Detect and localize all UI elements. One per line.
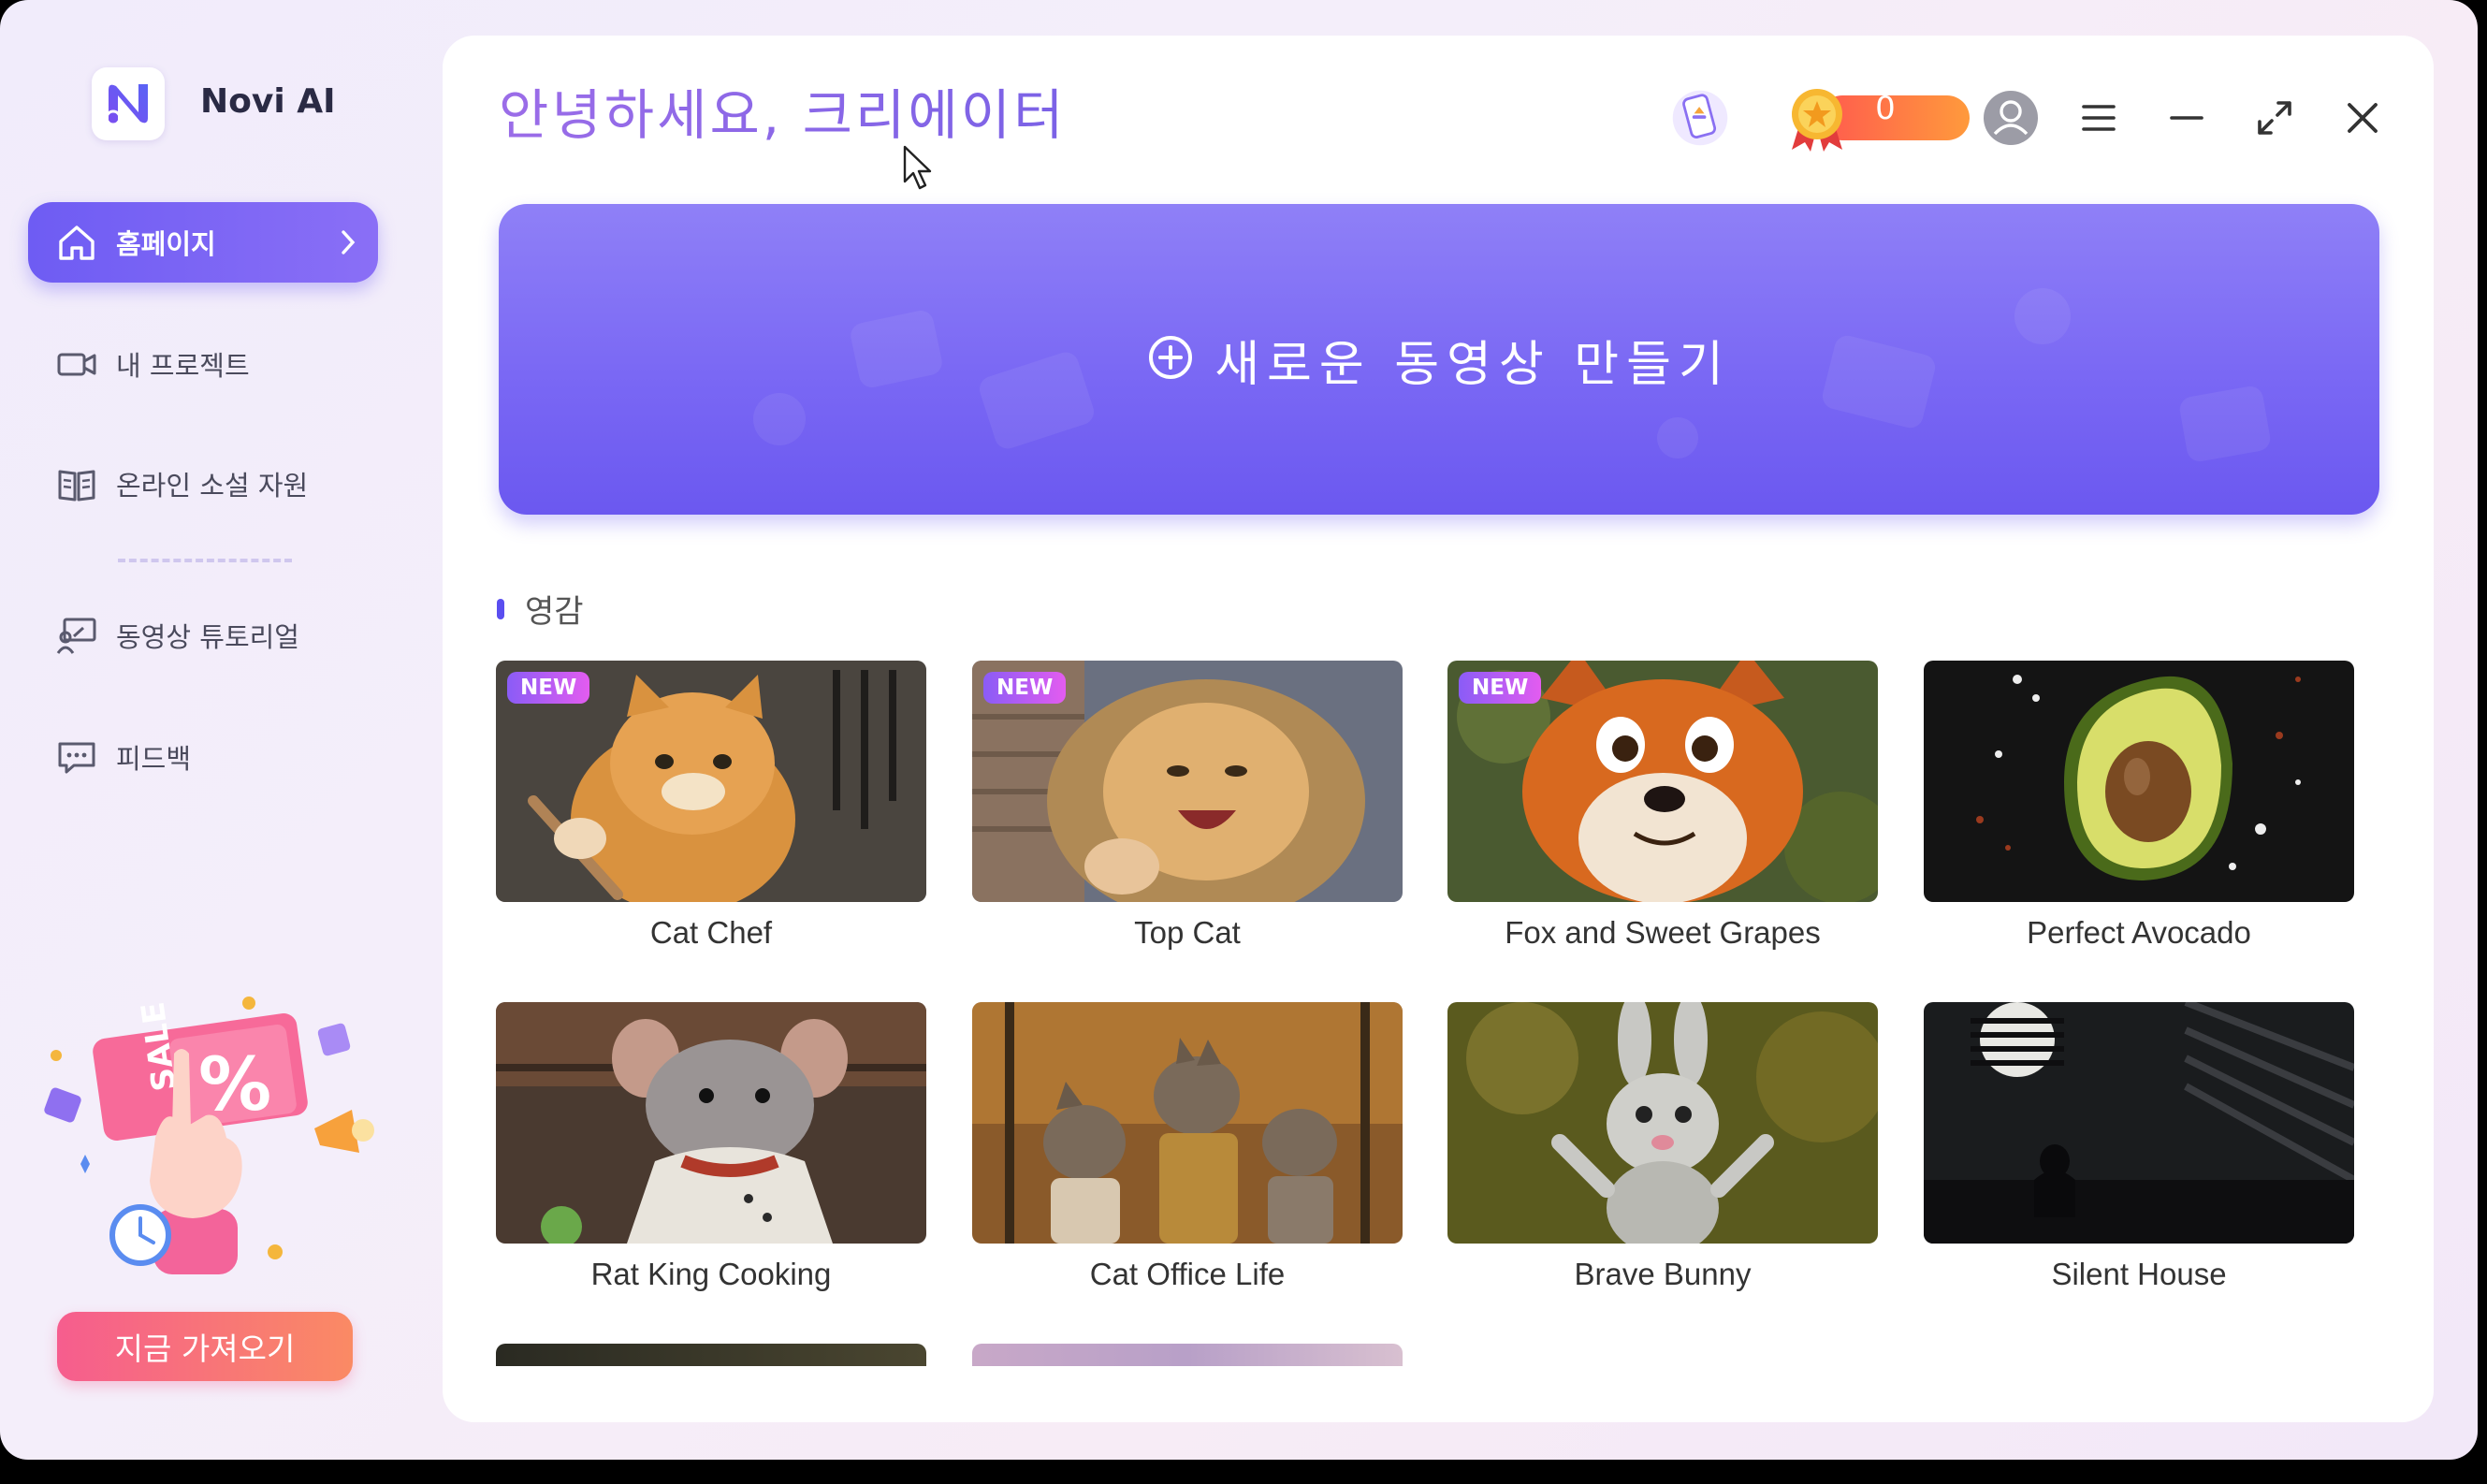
thumbnail: NEW [496, 661, 926, 902]
mouse-cursor-icon [902, 144, 934, 195]
template-card-partial[interactable] [972, 1344, 1403, 1366]
create-video-label: 새로운 동영상 만들기 [1214, 336, 1731, 393]
thumbnail [972, 1002, 1403, 1244]
sidebar-divider [118, 559, 292, 562]
card-title: Cat Office Life [1089, 1257, 1286, 1291]
new-badge: NEW [507, 672, 590, 704]
template-card-perfect-avocado[interactable]: Perfect Avocado [1924, 661, 2354, 951]
sidebar-item-label: 홈페이지 [116, 228, 216, 260]
card-title: Perfect Avocado [2027, 915, 2251, 950]
sidebar-item-video-tutorial[interactable]: 동영상 튜토리얼 [28, 595, 378, 676]
novi-logo-icon [105, 84, 148, 126]
maximize-icon[interactable] [2245, 88, 2305, 148]
app-name: Novi AI [200, 82, 336, 121]
sidebar-item-home[interactable]: 홈페이지 [28, 202, 378, 283]
template-card-cat-office-life[interactable]: Cat Office Life [972, 1002, 1403, 1292]
template-card-partial[interactable] [496, 1344, 926, 1366]
sale-promo-illustration: SALE % [34, 988, 380, 1306]
card-title: Silent House [2051, 1257, 2227, 1291]
thumbnail [1924, 1002, 2354, 1244]
minimize-icon[interactable] [2157, 88, 2217, 148]
main-panel: 안녕하세요, 크리에이터 0 새로운 동영상 만들기 영감 NEW Cat Ch… [443, 36, 2434, 1422]
chevron-right-icon [335, 226, 361, 262]
sidebar: Novi AI 홈페이지 내 프로젝트 온라인 소설 자원 동영상 튜토리얼 피… [0, 0, 440, 1460]
video-camera-icon [54, 342, 99, 386]
app-window: Novi AI 홈페이지 내 프로젝트 온라인 소설 자원 동영상 튜토리얼 피… [0, 0, 2478, 1460]
new-badge: NEW [1459, 672, 1542, 704]
thumbnail [1447, 1002, 1878, 1244]
percent-sign: % [198, 1043, 271, 1128]
inspiration-section-title: 영감 [497, 586, 584, 632]
get-now-button[interactable]: 지금 가져오기 [57, 1312, 353, 1381]
new-badge: NEW [983, 672, 1067, 704]
app-logo[interactable] [92, 67, 165, 140]
card-title: Top Cat [1134, 915, 1241, 950]
template-card-rat-king-cooking[interactable]: Rat King Cooking [496, 1002, 926, 1292]
medal-icon [1782, 84, 1852, 157]
app-gift-icon[interactable] [1670, 88, 1730, 148]
coin-count: 0 [1875, 90, 1896, 127]
home-icon [54, 220, 99, 265]
coin-balance[interactable]: 0 [1782, 84, 1970, 152]
template-card-brave-bunny[interactable]: Brave Bunny [1447, 1002, 1878, 1292]
card-title: Brave Bunny [1574, 1257, 1752, 1291]
thumbnail [496, 1002, 926, 1244]
sidebar-item-label: 온라인 소설 자원 [116, 470, 309, 502]
thumbnail: NEW [972, 661, 1403, 902]
template-card-fox-and-sweet-grapes[interactable]: NEW Fox and Sweet Grapes [1447, 661, 1878, 951]
book-icon [54, 461, 99, 506]
plus-circle-icon [1147, 334, 1194, 385]
menu-icon[interactable] [2069, 88, 2129, 148]
sidebar-item-my-projects[interactable]: 내 프로젝트 [28, 324, 378, 404]
sidebar-item-label: 내 프로젝트 [116, 350, 250, 382]
template-card-top-cat[interactable]: NEW Top Cat [972, 661, 1403, 951]
tutorial-icon [54, 613, 99, 658]
sidebar-item-label: 동영상 튜토리얼 [116, 621, 299, 653]
thumbnail: NEW [1447, 661, 1878, 902]
create-video-button[interactable]: 새로운 동영상 만들기 [499, 204, 2379, 515]
template-card-cat-chef[interactable]: NEW Cat Chef [496, 661, 926, 951]
sidebar-item-novel-resources[interactable]: 온라인 소설 자원 [28, 444, 378, 524]
sidebar-item-label: 피드백 [116, 743, 192, 775]
thumbnail [1924, 661, 2354, 902]
card-title: Fox and Sweet Grapes [1505, 915, 1821, 950]
card-title: Rat King Cooking [590, 1257, 832, 1291]
feedback-icon [54, 735, 99, 779]
inspiration-title: 영감 [525, 593, 584, 631]
section-marker [497, 598, 504, 619]
greeting-title: 안녕하세요, 크리에이터 [499, 71, 1066, 150]
sidebar-item-feedback[interactable]: 피드백 [28, 717, 378, 797]
card-title: Cat Chef [649, 915, 773, 950]
create-video-content: 새로운 동영상 만들기 [499, 204, 2379, 515]
close-icon[interactable] [2333, 88, 2392, 148]
template-card-silent-house[interactable]: Silent House [1924, 1002, 2354, 1292]
user-avatar-icon[interactable] [1981, 88, 2041, 148]
